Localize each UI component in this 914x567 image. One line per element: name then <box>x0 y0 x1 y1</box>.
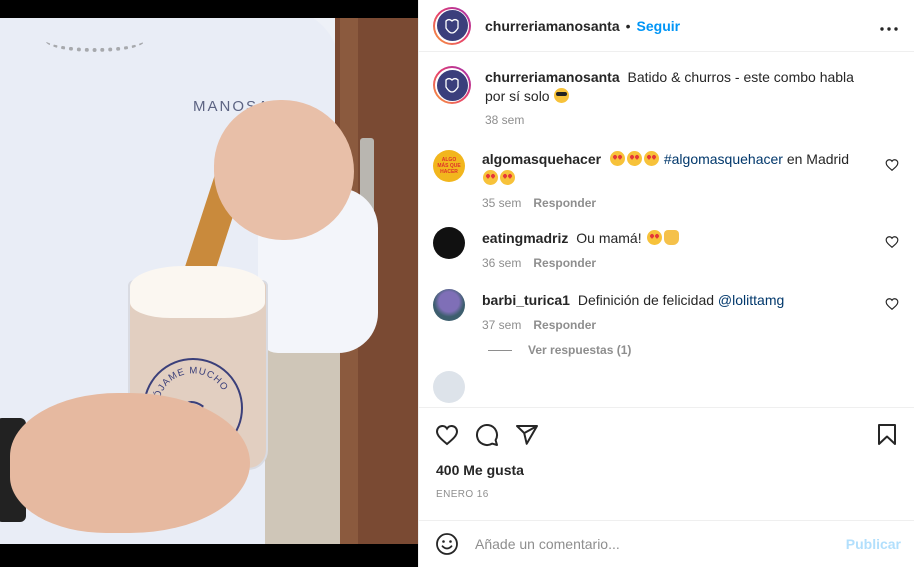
comment-username[interactable]: algomasquehacer <box>482 151 601 167</box>
comment-time[interactable]: 36 sem <box>482 256 521 270</box>
commenter-avatar-text: ALGO MÁS QUE HACER <box>437 157 461 175</box>
caption-username[interactable]: churreriamanosanta <box>485 69 620 85</box>
photo-chain <box>45 28 145 52</box>
instagram-post: MANOSAN MÓJAME MUCHO <box>0 0 914 567</box>
caption-time[interactable]: 38 sem <box>485 113 524 127</box>
commenter-avatar[interactable] <box>433 227 465 259</box>
comment-time[interactable]: 37 sem <box>482 318 521 332</box>
comment-row: eatingmadriz Ou mamá! 36 sem Responder <box>433 227 901 271</box>
caption-avatar[interactable] <box>433 66 471 104</box>
header-username[interactable]: churreriamanosanta <box>485 18 620 34</box>
header-avatar[interactable] <box>433 6 471 45</box>
likes-count[interactable]: 400 Me gusta <box>436 462 524 478</box>
photo-whipped-cream <box>130 266 265 318</box>
like-comment-heart-icon[interactable] <box>885 235 899 249</box>
view-replies-label: Ver respuestas (1) <box>528 343 632 357</box>
comment-text: Ou mamá! <box>576 230 642 246</box>
comment-text: en Madrid <box>786 151 850 167</box>
publish-button[interactable]: Publicar <box>846 536 901 552</box>
commenter-avatar[interactable] <box>433 289 465 321</box>
heart-eyes-emoji-icon <box>483 170 498 185</box>
post-photo-pane: MANOSAN MÓJAME MUCHO <box>0 0 418 567</box>
post-actions <box>419 408 914 462</box>
comment-username[interactable]: eatingmadriz <box>482 230 568 246</box>
post-side-panel: churreriamanosanta • Seguir churreriaman… <box>418 0 914 567</box>
comment-text: Definición de felicidad <box>577 292 715 308</box>
heart-eyes-emoji-icon <box>643 151 659 166</box>
comment-row: ALGO MÁS QUE HACER algomasquehacer #algo… <box>433 150 901 211</box>
post-date[interactable]: ENERO 16 <box>436 489 489 500</box>
photo-wall <box>265 348 340 544</box>
view-replies-line <box>488 349 512 351</box>
comment-hashtag[interactable]: #algomasquehacer <box>664 151 783 167</box>
comment-row-partial <box>433 371 901 403</box>
hands-logo-icon <box>445 18 459 34</box>
more-options-icon[interactable] <box>880 15 898 36</box>
post-header: churreriamanosanta • Seguir <box>419 0 914 52</box>
sunglasses-emoji-icon <box>554 88 570 103</box>
comment-input[interactable] <box>475 536 846 552</box>
follow-button[interactable]: Seguir <box>637 18 681 34</box>
comment-mention[interactable]: @lolittamg <box>718 292 784 308</box>
commenter-avatar[interactable]: ALGO MÁS QUE HACER <box>433 150 465 182</box>
heart-icon[interactable] <box>435 423 459 447</box>
comment-icon[interactable] <box>475 423 499 447</box>
share-icon[interactable] <box>515 423 539 447</box>
caption-row: churreriamanosanta Batido & churros - es… <box>433 66 901 128</box>
bookmark-icon[interactable] <box>875 423 899 447</box>
reply-button[interactable]: Responder <box>533 256 596 270</box>
heart-eyes-emoji-icon <box>646 230 662 245</box>
commenter-avatar[interactable] <box>433 371 465 403</box>
comment-username[interactable]: barbi_turica1 <box>482 292 570 308</box>
photo-hand-top <box>214 100 354 240</box>
like-comment-heart-icon[interactable] <box>885 297 899 311</box>
comments-list[interactable]: churreriamanosanta Batido & churros - es… <box>419 52 914 408</box>
view-replies-button[interactable]: Ver respuestas (1) <box>488 343 901 357</box>
comment-time[interactable]: 35 sem <box>482 196 521 210</box>
heart-eyes-emoji-icon <box>626 151 642 166</box>
header-separator: • <box>625 17 631 34</box>
heart-eyes-emoji-icon <box>500 170 515 185</box>
hands-logo-icon <box>445 77 459 93</box>
reply-button[interactable]: Responder <box>533 196 596 210</box>
comment-row: barbi_turica1 Definición de felicidad @l… <box>433 289 901 333</box>
like-comment-heart-icon[interactable] <box>885 158 899 172</box>
heart-eyes-emoji-icon <box>609 151 625 166</box>
post-photo[interactable]: MANOSAN MÓJAME MUCHO <box>0 18 418 544</box>
photo-hand-bottom <box>10 393 250 533</box>
add-comment-bar: Publicar <box>419 520 914 567</box>
reply-button[interactable]: Responder <box>533 318 596 332</box>
raising-hands-emoji-icon <box>663 230 679 245</box>
emoji-smile-icon[interactable] <box>435 532 459 556</box>
